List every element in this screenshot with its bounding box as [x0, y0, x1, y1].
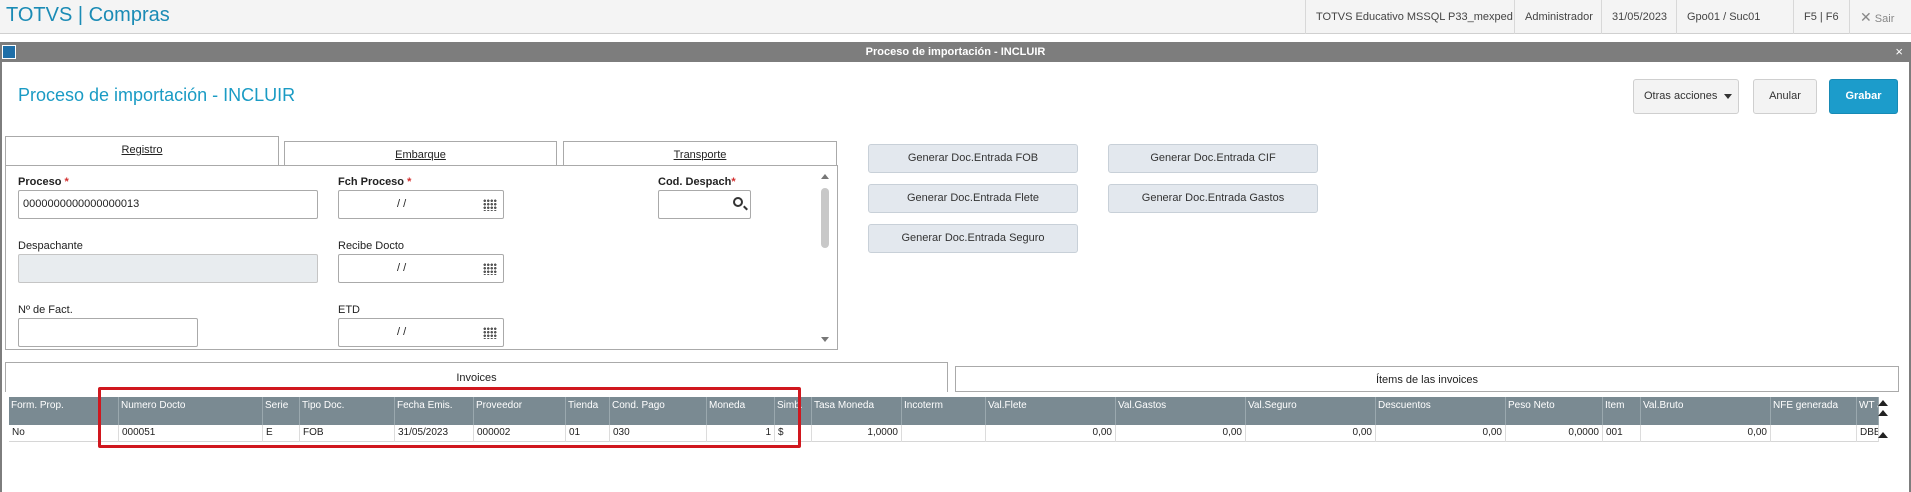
branch-info[interactable]: Gpo01 / Suc01 [1676, 0, 1770, 34]
column-header[interactable]: Val.Gastos [1116, 397, 1246, 425]
highlight-box [98, 387, 801, 448]
column-header[interactable]: Descuentos [1376, 397, 1506, 425]
scroll-down-icon[interactable] [821, 337, 829, 342]
table-cell[interactable] [902, 425, 986, 442]
recibe-docto-value: / / [397, 262, 407, 274]
etd-label: ETD [338, 304, 360, 316]
dialog-close-button[interactable]: × [1895, 42, 1903, 62]
scroll-up-icon[interactable] [1878, 432, 1888, 438]
table-cell[interactable]: 0,00 [986, 425, 1116, 442]
proceso-input[interactable]: 0000000000000000013 [18, 190, 318, 219]
exit-button[interactable]: ✕ Sair [1849, 0, 1904, 34]
scroll-thumb[interactable] [821, 188, 829, 248]
page-title: Proceso de importación - INCLUIR [18, 85, 296, 105]
table-cell[interactable]: 1,0000 [812, 425, 902, 442]
form-scrollbar[interactable] [818, 170, 832, 346]
table-cell[interactable] [1771, 425, 1857, 442]
tab-transporte[interactable]: Transporte [563, 141, 837, 167]
proceso-label: Proceso * [18, 176, 69, 188]
exit-label: Sair [1874, 13, 1895, 25]
dialog-title-bar: Proceso de importación - INCLUIR × [0, 42, 1911, 62]
calendar-icon[interactable] [483, 327, 497, 339]
table-cell[interactable]: 0,0000 [1506, 425, 1603, 442]
cancel-button[interactable]: Anular [1753, 79, 1817, 114]
column-header[interactable]: Tasa Moneda [812, 397, 902, 425]
recibe-docto-input[interactable]: / / [338, 254, 504, 283]
table-cell[interactable]: 0,00 [1116, 425, 1246, 442]
close-icon: ✕ [1860, 9, 1872, 25]
generar-gastos-button[interactable]: Generar Doc.Entrada Gastos [1108, 184, 1318, 213]
nro-fact-label: Nº de Fact. [18, 304, 73, 316]
table-cell[interactable]: 0,00 [1246, 425, 1376, 442]
etd-input[interactable]: / / [338, 318, 504, 347]
app-title: TOTVS | Compras [6, 4, 170, 26]
column-header[interactable]: Item [1603, 397, 1641, 425]
generar-cif-button[interactable]: Generar Doc.Entrada CIF [1108, 144, 1318, 173]
fch-proceso-input[interactable]: / / [338, 190, 504, 219]
user-info[interactable]: Administrador [1514, 0, 1603, 34]
chevron-down-icon [1724, 94, 1732, 99]
recibe-docto-label: Recibe Docto [338, 240, 405, 252]
column-header[interactable]: Incoterm [902, 397, 986, 425]
dialog-title: Proceso de importación - INCLUIR [865, 46, 1046, 58]
column-header[interactable]: Val.Seguro [1246, 397, 1376, 425]
scroll-page-up-icon[interactable] [1878, 410, 1888, 416]
fch-proceso-value: / / [397, 198, 407, 210]
other-actions-button[interactable]: Otras acciones [1633, 79, 1739, 114]
scroll-top-icon[interactable] [1878, 400, 1888, 406]
table-cell[interactable]: 001 [1603, 425, 1641, 442]
fch-proceso-label: Fch Proceso * [338, 176, 412, 188]
grid-scroll-controls[interactable] [1875, 397, 1891, 445]
table-cell[interactable]: 0,00 [1376, 425, 1506, 442]
column-header[interactable]: Val.Flete [986, 397, 1116, 425]
tab-items-invoices[interactable]: Ítems de las invoices [955, 366, 1899, 392]
generar-flete-button[interactable]: Generar Doc.Entrada Flete [868, 184, 1078, 213]
tab-registro-label: Registro [121, 144, 163, 156]
generar-seguro-button[interactable]: Generar Doc.Entrada Seguro [868, 224, 1078, 253]
column-header[interactable]: Peso Neto [1506, 397, 1603, 425]
save-button[interactable]: Grabar [1829, 79, 1898, 114]
cod-despach-label: Cod. Despach* [658, 176, 736, 188]
date-info[interactable]: 31/05/2023 [1601, 0, 1677, 34]
despachante-input [18, 254, 318, 283]
tab-transporte-label: Transporte [673, 149, 727, 161]
despachante-label: Despachante [18, 240, 83, 252]
search-icon[interactable] [733, 197, 743, 207]
column-header[interactable]: Val.Bruto [1641, 397, 1771, 425]
top-bar: TOTVS | Compras TOTVS Educativo MSSQL P3… [0, 0, 1911, 34]
tab-embarque-label: Embarque [395, 149, 446, 161]
calendar-icon[interactable] [483, 263, 497, 275]
tab-embarque[interactable]: Embarque [284, 141, 557, 167]
calendar-icon[interactable] [483, 199, 497, 211]
scroll-up-icon[interactable] [821, 174, 829, 179]
environment-info[interactable]: TOTVS Educativo MSSQL P33_mexped [1305, 0, 1523, 34]
etd-value: / / [397, 326, 407, 338]
generar-fob-button[interactable]: Generar Doc.Entrada FOB [868, 144, 1078, 173]
shortcuts-info[interactable]: F5 | F6 [1793, 0, 1849, 34]
window-icon [2, 45, 16, 59]
cod-despach-input[interactable] [658, 190, 751, 219]
column-header[interactable]: NFE generada [1771, 397, 1857, 425]
other-actions-label: Otras acciones [1644, 90, 1718, 102]
tab-registro[interactable]: Registro [5, 136, 279, 166]
nro-fact-input[interactable] [18, 318, 198, 347]
table-cell[interactable]: 0,00 [1641, 425, 1771, 442]
